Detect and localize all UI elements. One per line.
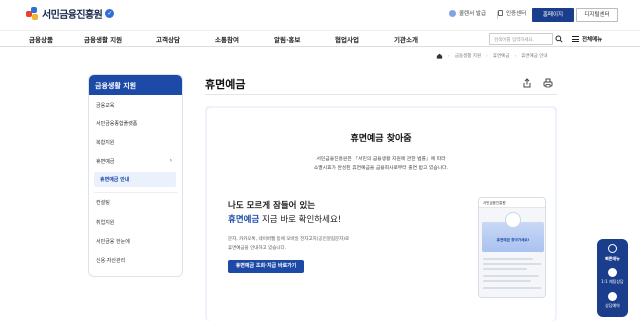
breadcrumb-separator: ›	[486, 53, 488, 59]
certificate-icon	[449, 9, 456, 17]
logo-mark-icon	[26, 6, 40, 21]
phone-banner: 휴면예금 찾아가세요!	[482, 212, 544, 252]
nav-about[interactable]: 기관소개	[394, 34, 418, 44]
phone-text-line	[483, 287, 541, 289]
sidebar-item-platform[interactable]: 서민금융종합플랫폼	[96, 120, 137, 127]
all-menu-button[interactable]: 전체메뉴	[572, 35, 602, 43]
logo-text: 서민금융진흥원	[42, 10, 103, 21]
all-menu-label: 전체메뉴	[582, 37, 603, 43]
nav-notice-pr[interactable]: 알림·홍보	[274, 34, 300, 44]
piggy-bank-icon	[505, 212, 521, 228]
section-description-line: 서민금융진흥원은 『서민의 금융생활 지원에 관한 법률』에 따라	[316, 157, 446, 162]
hero-heading-line2: 휴면예금 지금 바로 확인하세요!	[228, 213, 341, 225]
certificate-link[interactable]: 콜렌서 발급	[449, 9, 486, 17]
section-title: 휴면예금 찾아줌	[350, 134, 412, 144]
quick-menu-icon	[608, 244, 617, 253]
digital-center-button[interactable]: 디지털센터	[576, 8, 618, 22]
sidebar-item-complex-support[interactable]: 복합지원	[96, 139, 114, 146]
hero-heading-line1: 나도 모르게 잠들어 있는	[228, 201, 316, 211]
chat-icon	[608, 268, 617, 277]
title-divider	[205, 94, 557, 95]
page-title: 휴면예금	[205, 78, 246, 91]
quick-reservation-button[interactable]: 상담예약	[597, 303, 628, 309]
quick-chat-button[interactable]: 1:1 채팅상담	[597, 279, 628, 285]
sidebar-title: 금융생활 지원	[89, 75, 182, 95]
search-icon[interactable]	[555, 35, 563, 43]
top-utility-bar: 서민금융진흥원 ✓ 콜렌서 발급 인증센터 홈페이지 디지털센터	[0, 0, 640, 30]
nav-financial-products[interactable]: 금융상품	[29, 34, 53, 44]
hero-description-line: 휴면예금을 안내하고 있습니다.	[228, 246, 287, 251]
breadcrumb-item[interactable]: 휴면예금	[493, 53, 510, 59]
calendar-icon	[608, 292, 617, 301]
section-description-line: 소멸시효가 완성된 휴면예금을 금융회사로부터 출연 받고 있습니다.	[313, 166, 449, 171]
hero-highlight: 휴면예금	[228, 215, 260, 225]
nav-cooperation[interactable]: 협업사업	[335, 34, 359, 44]
search-input[interactable]: 검색어를 입력하세요.	[489, 33, 553, 45]
nav-financial-life-support[interactable]: 금융생활 지원	[84, 34, 122, 44]
homepage-button[interactable]: 홈페이지	[532, 8, 574, 22]
logo[interactable]: 서민금융진흥원 ✓	[26, 6, 115, 21]
sidebar-subitem-label: 휴면예금 안내	[100, 177, 130, 183]
chevron-right-icon: ›	[169, 157, 172, 164]
sidebar-item-consulting[interactable]: 컨설팅	[96, 199, 110, 206]
phone-text-line	[483, 268, 527, 270]
sidebar-item-credit-asset[interactable]: 신용·자산관리	[96, 257, 125, 264]
sidebar-subitem-dormant-deposit-guide[interactable]: 휴면예금 안내	[94, 172, 176, 187]
phone-banner-text: 휴면예금 찾아가세요!	[496, 238, 530, 242]
sidebar-item-employment[interactable]: 취업지원	[96, 219, 114, 226]
share-icon[interactable]	[522, 78, 532, 88]
phone-mockup-image: 서민금융진흥원 휴면예금 찾아가세요!	[478, 197, 546, 298]
logo-badge-icon: ✓	[105, 9, 115, 18]
phone-text-line	[483, 275, 539, 277]
breadcrumb-separator: ›	[448, 53, 450, 59]
breadcrumb-separator: ›	[514, 53, 517, 59]
breadcrumb-item[interactable]: 금융생활 지원	[455, 53, 481, 59]
auth-center-label: 인증센터	[506, 11, 527, 17]
hero-heading-rest: 지금 바로 확인하세요!	[259, 215, 342, 225]
hamburger-icon	[572, 36, 579, 42]
sidebar-item-at-a-glance[interactable]: 서민금융 한눈에	[96, 238, 130, 245]
sidebar-item-dormant-deposit[interactable]: 휴면예금	[96, 158, 114, 165]
auth-center-link[interactable]: 인증센터	[498, 9, 526, 17]
phone-app-bar: 서민금융진흥원	[479, 198, 545, 208]
quick-menu-title: 빠른메뉴	[605, 256, 620, 261]
phone-text-line	[483, 280, 531, 282]
sidebar-divider	[94, 192, 178, 193]
sidebar-item-financial-education[interactable]: 금융교육	[96, 102, 114, 109]
nav-customer-consulting[interactable]: 고객상담	[156, 34, 180, 44]
certificate-label: 콜렌서 발급	[459, 11, 487, 17]
breadcrumb-current: 휴면예금 안내	[521, 54, 548, 59]
sidebar: 금융생활 지원 금융교육 서민금융종합플랫폼 복합지원 휴면예금 › 휴면예금 …	[88, 74, 183, 277]
main-nav: 금융상품 금융생활 지원 고객상담 소통참여 알림·홍보 협업사업 기관소개 검…	[0, 30, 640, 47]
hero-description-line: 문자, 카카오톡, 네이버웹 등에 모바일 전자고지(공인알림문자)로	[228, 237, 350, 242]
phone-text-line	[483, 258, 533, 260]
breadcrumb: › 금융생활 지원 › 휴면예금 › 휴면예금 안내	[436, 53, 548, 59]
phone-text-line	[483, 263, 541, 265]
quick-menu: 빠른메뉴 1:1 채팅상담 상담예약	[597, 239, 628, 317]
home-icon[interactable]	[436, 53, 443, 59]
lock-icon	[498, 10, 503, 16]
print-icon[interactable]	[543, 78, 553, 88]
dormant-deposit-lookup-button[interactable]: 휴면예금 조회·지급 바로가기	[228, 260, 304, 273]
nav-communication[interactable]: 소통참여	[215, 34, 239, 44]
